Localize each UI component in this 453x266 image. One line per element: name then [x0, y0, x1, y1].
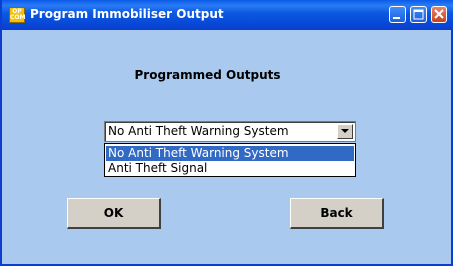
- dropdown-button[interactable]: [337, 124, 353, 139]
- output-options-list: No Anti Theft Warning System Anti Theft …: [104, 143, 356, 177]
- title-bar[interactable]: OP COM Program Immobiliser Output: [2, 0, 453, 30]
- minimize-button[interactable]: [389, 6, 406, 23]
- maximize-icon: [413, 9, 424, 20]
- close-icon: [434, 9, 444, 19]
- output-select[interactable]: No Anti Theft Warning System: [104, 121, 356, 142]
- programmed-outputs-heading: Programmed Outputs: [134, 68, 281, 82]
- option-anti-theft-signal[interactable]: Anti Theft Signal: [106, 161, 354, 176]
- back-button[interactable]: Back: [290, 198, 384, 229]
- option-no-anti-theft-warning-system[interactable]: No Anti Theft Warning System: [106, 146, 354, 161]
- chevron-down-icon: [341, 129, 349, 133]
- minimize-icon: [393, 17, 400, 19]
- output-select-value: No Anti Theft Warning System: [108, 124, 289, 138]
- program-immobiliser-window: OP COM Program Immobiliser Output Progra…: [0, 0, 453, 266]
- maximize-button[interactable]: [410, 6, 427, 23]
- close-button[interactable]: [431, 6, 447, 23]
- window-title: Program Immobiliser Output: [30, 7, 224, 21]
- app-icon-text-bottom: COM: [10, 14, 26, 21]
- opcom-app-icon[interactable]: OP COM: [9, 7, 25, 23]
- ok-button[interactable]: OK: [67, 198, 161, 229]
